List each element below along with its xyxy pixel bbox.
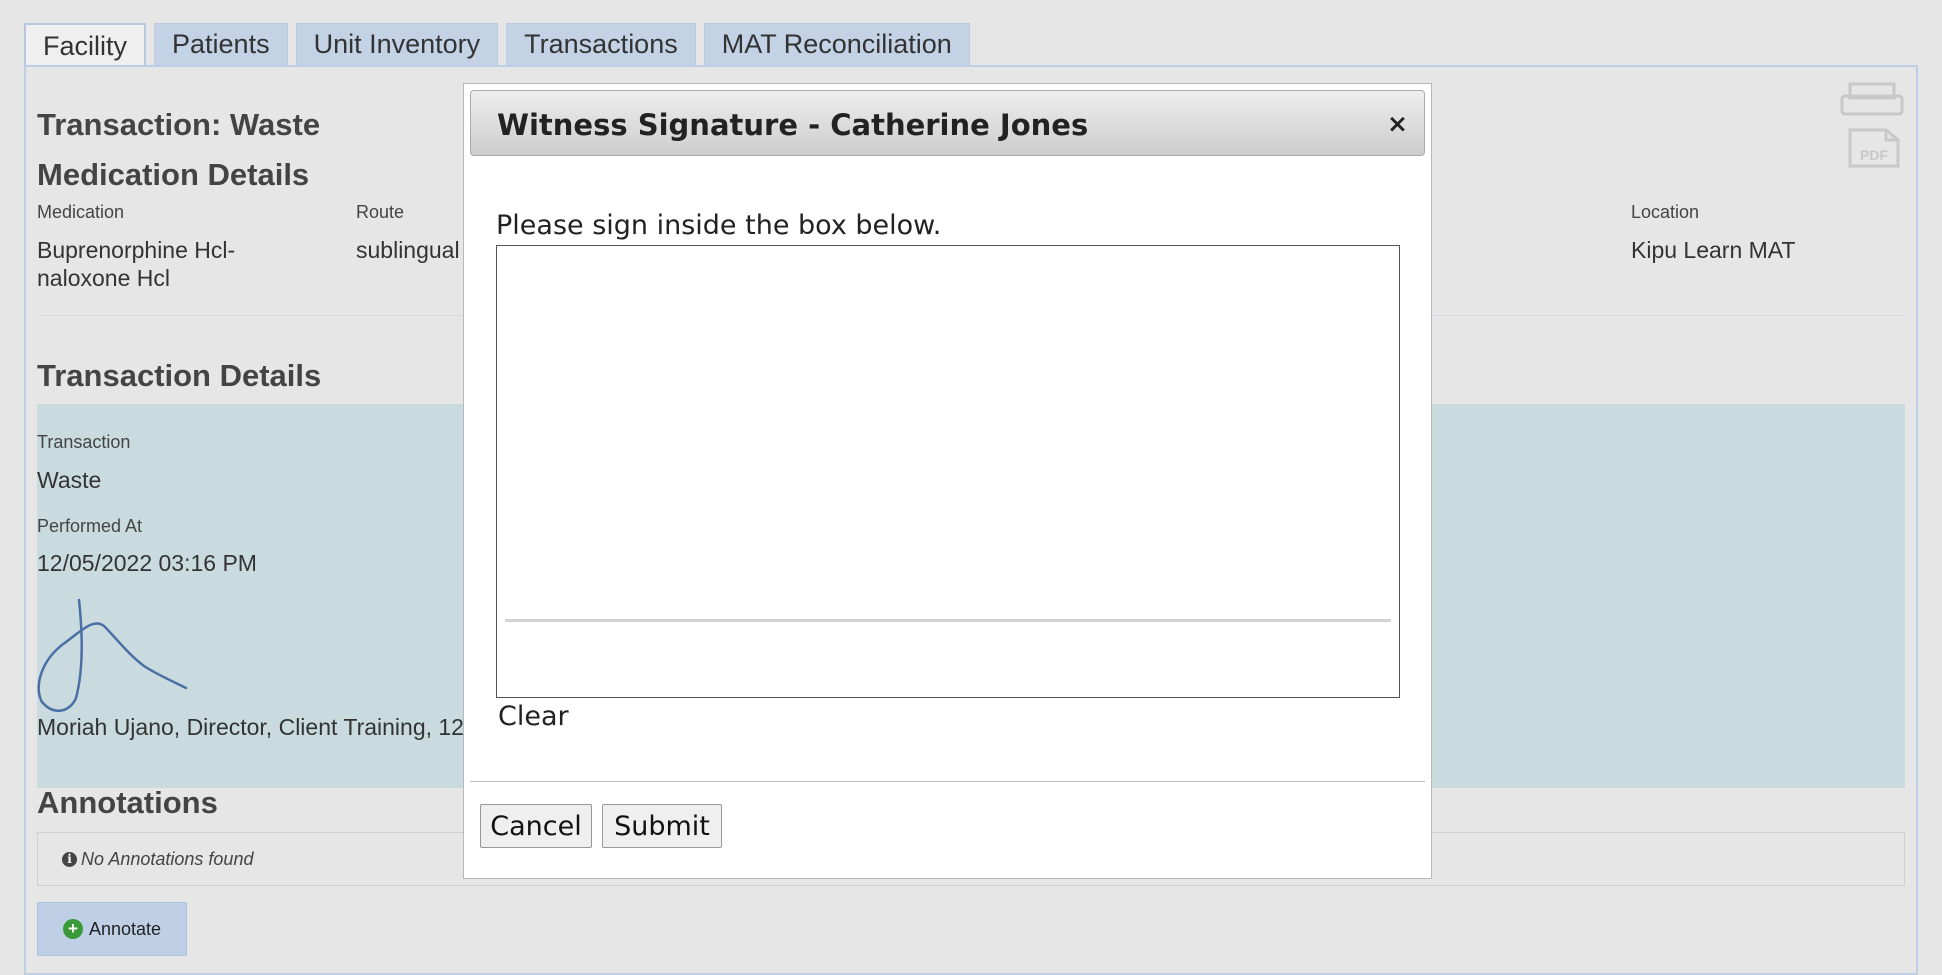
route-value: sublingual (356, 237, 460, 263)
plus-circle-icon: + (62, 919, 83, 939)
medication-label: Medication (37, 202, 125, 222)
location-value: Kipu Learn MAT (1631, 237, 1796, 263)
signature-baseline (505, 619, 1391, 622)
pdf-icon-label: PDF (1860, 147, 1888, 163)
annotate-button[interactable]: + Annotate (37, 902, 187, 956)
signer-text: Moriah Ujano, Director, Client Training,… (37, 714, 464, 740)
printer-icon[interactable] (1840, 82, 1904, 118)
route-label: Route (356, 202, 405, 222)
sign-instruction: Please sign inside the box below. (496, 210, 942, 241)
no-annotations-text: No Annotations found (81, 848, 254, 869)
medication-value: Buprenorphine Hcl- naloxone Hcl (37, 236, 235, 292)
transaction-label: Transaction (37, 432, 131, 452)
modal-header[interactable]: Witness Signature - Catherine Jones × (470, 90, 1425, 156)
close-icon[interactable]: × (1387, 109, 1408, 138)
signature-pad[interactable] (496, 245, 1400, 698)
tab-transactions[interactable]: Transactions (506, 23, 696, 65)
modal-footer-divider (470, 781, 1425, 782)
pdf-icon[interactable]: PDF (1848, 128, 1900, 168)
medication-value-line1: Buprenorphine Hcl- (37, 237, 236, 263)
performed-at-label: Performed At (37, 516, 143, 536)
annotations-heading: Annotations (37, 785, 218, 820)
medication-details-heading: Medication Details (37, 157, 310, 192)
transaction-title: Transaction: Waste (37, 107, 321, 142)
modal-title: Witness Signature - Catherine Jones (497, 108, 1089, 142)
tab-mat-reconciliation[interactable]: MAT Reconciliation (703, 23, 970, 65)
signature-image (37, 598, 188, 712)
witness-signature-modal: Witness Signature - Catherine Jones × Pl… (463, 83, 1432, 879)
transaction-details-heading: Transaction Details (37, 358, 322, 393)
clear-link[interactable]: Clear (498, 701, 569, 732)
tab-patients[interactable]: Patients (154, 23, 288, 65)
tab-bar: Facility Patients Unit Inventory Transac… (24, 23, 970, 67)
submit-button[interactable]: Submit (602, 804, 722, 848)
performed-at-value: 12/05/2022 03:16 PM (37, 550, 257, 576)
annotate-label: Annotate (88, 918, 162, 939)
cancel-button[interactable]: Cancel (480, 804, 592, 848)
transaction-value: Waste (37, 467, 102, 493)
tab-unit-inventory[interactable]: Unit Inventory (295, 23, 499, 65)
tab-facility[interactable]: Facility (24, 23, 147, 67)
location-label: Location (1631, 202, 1700, 222)
info-icon: i (62, 851, 77, 867)
medication-value-line2: naloxone Hcl (37, 265, 170, 291)
